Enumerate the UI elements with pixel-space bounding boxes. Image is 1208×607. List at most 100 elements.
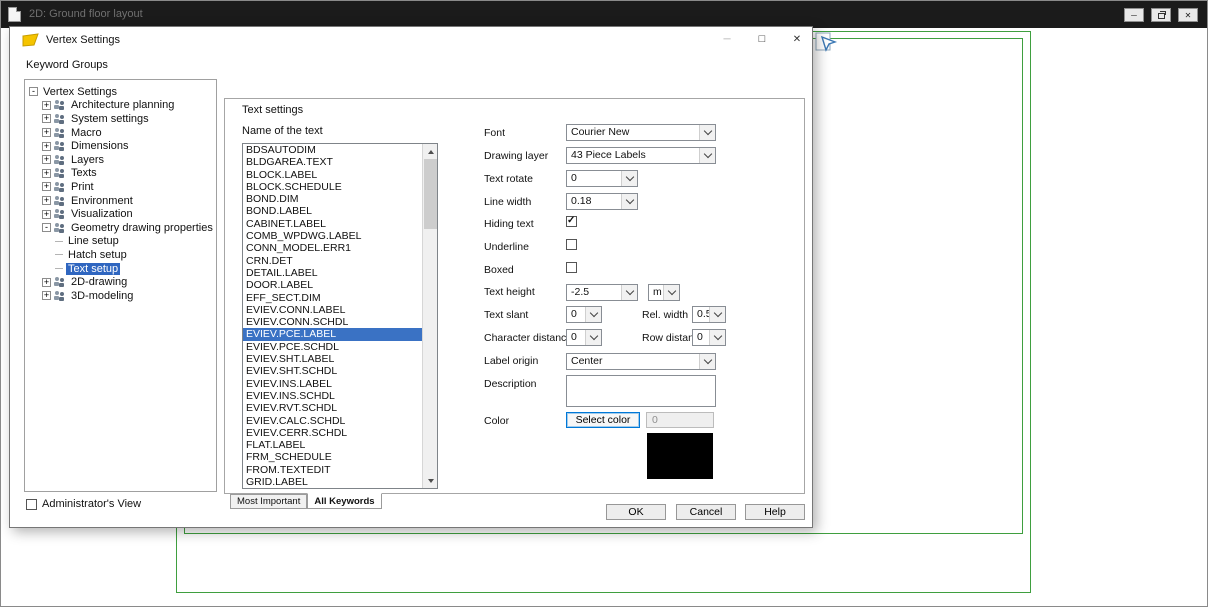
tree-item-layers[interactable]: +Layers: [25, 153, 216, 167]
list-item[interactable]: FROM.TEXTEDIT: [243, 464, 422, 476]
list-item[interactable]: EVIEV.SHT.SCHDL: [243, 365, 422, 377]
text-height-select[interactable]: -2.5: [566, 284, 638, 301]
tree-item-architecture-planning[interactable]: +Architecture planning: [25, 99, 216, 113]
list-item[interactable]: BOND.LABEL: [243, 205, 422, 217]
main-titlebar[interactable]: 2D: Ground floor layout ─ ✕: [1, 1, 1207, 28]
list-item[interactable]: EVIEV.CERR.SCHDL: [243, 427, 422, 439]
text-height-unit-select[interactable]: m: [648, 284, 680, 301]
list-item[interactable]: EVIEV.CONN.SCHDL: [243, 316, 422, 328]
hiding-text-checkbox[interactable]: [566, 216, 577, 227]
chevron-down-icon[interactable]: [699, 125, 715, 140]
list-item[interactable]: CABINET.LABEL: [243, 218, 422, 230]
list-item[interactable]: EVIEV.PCE.LABEL: [243, 328, 422, 340]
chevron-down-icon[interactable]: [709, 330, 725, 345]
tab-all-keywords[interactable]: All Keywords: [307, 493, 381, 509]
admin-view-option[interactable]: Administrator's View: [26, 498, 141, 510]
expand-icon[interactable]: +: [42, 291, 51, 300]
list-item[interactable]: BLDGAREA.TEXT: [243, 156, 422, 168]
scroll-thumb[interactable]: [424, 159, 437, 229]
list-item[interactable]: EVIEV.INS.SCHDL: [243, 390, 422, 402]
close-button[interactable]: ✕: [1178, 8, 1198, 22]
chevron-down-icon[interactable]: [663, 285, 679, 300]
collapse-icon[interactable]: -: [42, 223, 51, 232]
list-item[interactable]: FRM_SCHEDULE: [243, 451, 422, 463]
tree-item-text-setup[interactable]: Text setup: [25, 262, 216, 276]
list-item[interactable]: EVIEV.PCE.SCHDL: [243, 341, 422, 353]
list-item[interactable]: BOND.DIM: [243, 193, 422, 205]
list-item[interactable]: DETAIL.LABEL: [243, 267, 422, 279]
chevron-down-icon[interactable]: [709, 307, 725, 322]
text-rotate-select[interactable]: 0: [566, 170, 638, 187]
scroll-up-icon[interactable]: [423, 144, 438, 159]
chevron-down-icon[interactable]: [699, 354, 715, 369]
ok-button[interactable]: OK: [606, 504, 666, 520]
cancel-button[interactable]: Cancel: [676, 504, 736, 520]
chevron-down-icon[interactable]: [699, 148, 715, 163]
restore-button[interactable]: [1151, 8, 1171, 22]
list-item[interactable]: CRN.DET: [243, 255, 422, 267]
list-item[interactable]: BLOCK.LABEL: [243, 169, 422, 181]
list-item[interactable]: BDSAUTODIM: [243, 144, 422, 156]
tree-item-environment[interactable]: +Environment: [25, 194, 216, 208]
chevron-down-icon[interactable]: [621, 194, 637, 209]
collapse-icon[interactable]: -: [29, 87, 38, 96]
scroll-down-icon[interactable]: [423, 473, 438, 488]
tab-most-important[interactable]: Most Important: [230, 494, 307, 509]
list-item[interactable]: EVIEV.CALC.SCHDL: [243, 415, 422, 427]
dialog-minimize-button[interactable]: ─: [713, 30, 741, 49]
tree-item-macro[interactable]: +Macro: [25, 126, 216, 140]
list-item[interactable]: CONN_MODEL.ERR1: [243, 242, 422, 254]
tree-item-dimensions[interactable]: +Dimensions: [25, 139, 216, 153]
admin-view-checkbox[interactable]: [26, 499, 37, 510]
chevron-down-icon[interactable]: [585, 307, 601, 322]
list-item[interactable]: EVIEV.RVT.SCHDL: [243, 402, 422, 414]
list-item[interactable]: COMB_WPDWG.LABEL: [243, 230, 422, 242]
list-item[interactable]: EFF_SECT.DIM: [243, 292, 422, 304]
chevron-down-icon[interactable]: [621, 171, 637, 186]
list-item[interactable]: FLAT.LABEL: [243, 439, 422, 451]
rel-width-select[interactable]: 0.5: [692, 306, 726, 323]
expand-icon[interactable]: +: [42, 196, 51, 205]
chevron-down-icon[interactable]: [621, 285, 637, 300]
row-distance-select[interactable]: 0: [692, 329, 726, 346]
tree-item-3d-modeling[interactable]: +3D-modeling: [25, 289, 216, 303]
expand-icon[interactable]: +: [42, 210, 51, 219]
character-distance-select[interactable]: 0: [566, 329, 602, 346]
tree-item-visualization[interactable]: +Visualization: [25, 207, 216, 221]
dialog-maximize-button[interactable]: □: [748, 30, 776, 49]
underline-checkbox[interactable]: [566, 239, 577, 250]
chevron-down-icon[interactable]: [585, 330, 601, 345]
expand-icon[interactable]: +: [42, 142, 51, 151]
list-item[interactable]: EVIEV.SHT.LABEL: [243, 353, 422, 365]
expand-icon[interactable]: +: [42, 169, 51, 178]
expand-icon[interactable]: +: [42, 101, 51, 110]
list-item[interactable]: EVIEV.INS.LABEL: [243, 378, 422, 390]
dialog-close-button[interactable]: ✕: [783, 30, 811, 49]
tree-item-texts[interactable]: +Texts: [25, 167, 216, 181]
expand-icon[interactable]: +: [42, 114, 51, 123]
list-item[interactable]: BLOCK.SCHEDULE: [243, 181, 422, 193]
list-scrollbar[interactable]: [422, 144, 437, 488]
tree-item-geometry-drawing-properties[interactable]: -Geometry drawing properties: [25, 221, 216, 235]
list-item[interactable]: DOOR.LABEL: [243, 279, 422, 291]
minimize-button[interactable]: ─: [1124, 8, 1144, 22]
help-button[interactable]: Help: [745, 504, 805, 520]
font-select[interactable]: Courier New: [566, 124, 716, 141]
dialog-titlebar[interactable]: Vertex Settings ─ □ ✕: [10, 27, 812, 53]
label-origin-select[interactable]: Center: [566, 353, 716, 370]
tree-item-print[interactable]: +Print: [25, 180, 216, 194]
tree-item-vertex-settings[interactable]: -Vertex Settings: [25, 85, 216, 99]
tree-item-2d-drawing[interactable]: +2D-drawing: [25, 275, 216, 289]
tree-item-line-setup[interactable]: Line setup: [25, 235, 216, 249]
expand-icon[interactable]: +: [42, 182, 51, 191]
tree-item-hatch-setup[interactable]: Hatch setup: [25, 248, 216, 262]
expand-icon[interactable]: +: [42, 278, 51, 287]
boxed-checkbox[interactable]: [566, 262, 577, 273]
description-input[interactable]: [566, 375, 716, 407]
text-slant-select[interactable]: 0: [566, 306, 602, 323]
select-color-button[interactable]: Select color: [566, 412, 640, 428]
list-item[interactable]: GRID.LABEL: [243, 476, 422, 488]
line-width-select[interactable]: 0.18: [566, 193, 638, 210]
expand-icon[interactable]: +: [42, 155, 51, 164]
list-item[interactable]: EVIEV.CONN.LABEL: [243, 304, 422, 316]
